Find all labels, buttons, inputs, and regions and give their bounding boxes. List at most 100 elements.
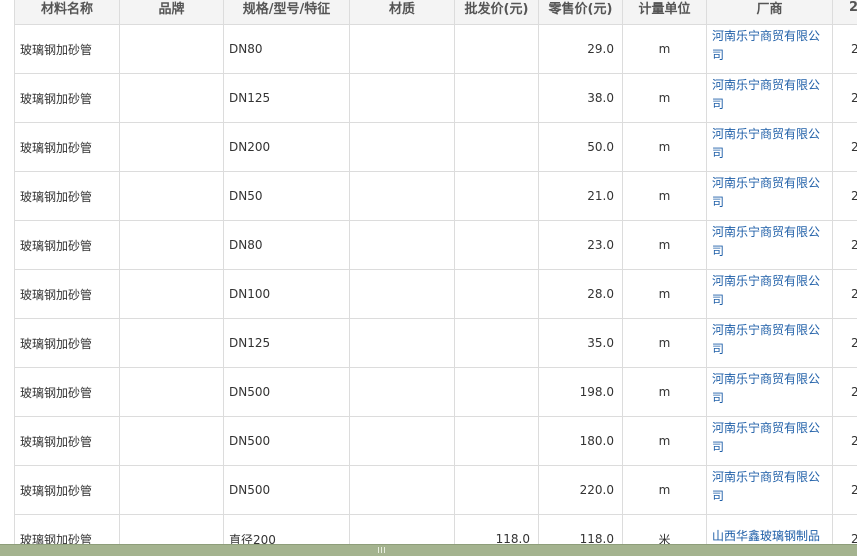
retail-price-cell: 35.0 — [538, 318, 623, 368]
vendor-link[interactable]: 河南乐宁商贸有限公司 — [712, 27, 828, 65]
extra-cell: 2 — [832, 465, 857, 515]
header-material-name[interactable]: 材料名称 — [14, 0, 120, 25]
header-brand[interactable]: 品牌 — [119, 0, 224, 25]
material-cell — [349, 318, 455, 368]
table-row[interactable]: 玻璃钢加砂管 DN200 50.0m河南乐宁商贸有限公司2 — [14, 122, 857, 172]
material-name-cell: 玻璃钢加砂管 — [14, 269, 120, 319]
table-row[interactable]: 玻璃钢加砂管 DN100 28.0m河南乐宁商贸有限公司2 — [14, 269, 857, 319]
header-material[interactable]: 材质 — [349, 0, 455, 25]
vendor-cell: 河南乐宁商贸有限公司 — [706, 367, 833, 417]
extra-cell: 2 — [832, 269, 857, 319]
brand-cell — [119, 367, 224, 417]
table-row[interactable]: 玻璃钢加砂管 DN500 198.0m河南乐宁商贸有限公司2 — [14, 367, 857, 417]
unit-cell: m — [622, 465, 707, 515]
material-name-cell: 玻璃钢加砂管 — [14, 416, 120, 466]
retail-price-cell: 29.0 — [538, 24, 623, 74]
material-cell — [349, 269, 455, 319]
unit-cell: m — [622, 367, 707, 417]
extra-cell: 2 — [832, 24, 857, 74]
retail-price-cell: 50.0 — [538, 122, 623, 172]
brand-cell — [119, 416, 224, 466]
vendor-link[interactable]: 河南乐宁商贸有限公司 — [712, 174, 828, 212]
vendor-link[interactable]: 河南乐宁商贸有限公司 — [712, 76, 828, 114]
brand-cell — [119, 220, 224, 270]
brand-cell — [119, 514, 224, 544]
table-body: 玻璃钢加砂管DN8029.0m河南乐宁商贸有限公司2玻璃钢加砂管DN12538.… — [14, 24, 857, 545]
material-name-cell: 玻璃钢加砂管 — [14, 220, 120, 270]
header-extra[interactable]: 2 — [832, 0, 857, 25]
table-row[interactable]: 玻璃钢加砂管 DN80 23.0m河南乐宁商贸有限公司2 — [14, 220, 857, 270]
unit-cell: m — [622, 171, 707, 221]
extra-cell: 2 — [832, 73, 857, 123]
bottom-splitter-bar[interactable] — [0, 544, 857, 556]
material-cell — [349, 416, 455, 466]
extra-cell: 2 — [832, 122, 857, 172]
wholesale-price-cell — [454, 269, 539, 319]
material-cell — [349, 220, 455, 270]
resize-grip-icon[interactable] — [378, 547, 386, 553]
header-retail-price[interactable]: 零售价(元) — [538, 0, 623, 25]
material-name-cell: 玻璃钢加砂管 — [14, 514, 120, 544]
vendor-link[interactable]: 河南乐宁商贸有限公司 — [712, 321, 828, 359]
table-row[interactable]: 玻璃钢加砂管 DN500 180.0m河南乐宁商贸有限公司2 — [14, 416, 857, 466]
table-row[interactable]: 玻璃钢加砂管 DN80 29.0m河南乐宁商贸有限公司2 — [14, 24, 857, 74]
table-row[interactable]: 玻璃钢加砂管 DN500 220.0m河南乐宁商贸有限公司2 — [14, 465, 857, 515]
header-unit[interactable]: 计量单位 — [622, 0, 707, 25]
spec-cell: DN500 — [223, 416, 350, 466]
header-vendor[interactable]: 厂商 — [706, 0, 833, 25]
header-spec[interactable]: 规格/型号/特征 — [223, 0, 350, 25]
brand-cell — [119, 465, 224, 515]
wholesale-price-cell — [454, 73, 539, 123]
vendor-link[interactable]: 河南乐宁商贸有限公司 — [712, 223, 828, 261]
vendor-link[interactable]: 河南乐宁商贸有限公司 — [712, 370, 828, 408]
price-table: 材料名称 品牌 规格/型号/特征 材质 批发价(元) 零售价(元) 计量单位 厂… — [14, 0, 857, 544]
spec-cell: DN80 — [223, 220, 350, 270]
header-wholesale-price[interactable]: 批发价(元) — [454, 0, 539, 25]
material-cell — [349, 171, 455, 221]
retail-price-cell: 28.0 — [538, 269, 623, 319]
table-row[interactable]: 玻璃钢加砂管 DN50 21.0m河南乐宁商贸有限公司2 — [14, 171, 857, 221]
vendor-cell: 河南乐宁商贸有限公司 — [706, 465, 833, 515]
vendor-link[interactable]: 河南乐宁商贸有限公司 — [712, 419, 828, 457]
brand-cell — [119, 171, 224, 221]
vendor-cell: 河南乐宁商贸有限公司 — [706, 171, 833, 221]
vendor-cell: 河南乐宁商贸有限公司 — [706, 416, 833, 466]
wholesale-price-cell — [454, 465, 539, 515]
retail-price-cell: 118.0 — [538, 514, 623, 544]
material-cell — [349, 465, 455, 515]
retail-price-cell: 38.0 — [538, 73, 623, 123]
material-name-cell: 玻璃钢加砂管 — [14, 122, 120, 172]
extra-cell: 2 — [832, 367, 857, 417]
material-cell — [349, 73, 455, 123]
vendor-cell: 河南乐宁商贸有限公司 — [706, 122, 833, 172]
wholesale-price-cell — [454, 220, 539, 270]
unit-cell: m — [622, 318, 707, 368]
table-row[interactable]: 玻璃钢加砂管直径200118.0118.0米山西华鑫玻璃钢制品2 — [14, 514, 857, 545]
extra-cell: 2 — [832, 514, 857, 544]
spec-cell: DN500 — [223, 367, 350, 417]
vendor-cell: 河南乐宁商贸有限公司 — [706, 318, 833, 368]
spec-cell: DN125 — [223, 318, 350, 368]
vendor-cell: 河南乐宁商贸有限公司 — [706, 24, 833, 74]
material-cell — [349, 24, 455, 74]
unit-cell: m — [622, 122, 707, 172]
table-row[interactable]: 玻璃钢加砂管 DN125 35.0m河南乐宁商贸有限公司2 — [14, 318, 857, 368]
extra-cell: 2 — [832, 220, 857, 270]
brand-cell — [119, 269, 224, 319]
unit-cell: m — [622, 73, 707, 123]
material-cell — [349, 367, 455, 417]
vendor-link[interactable]: 河南乐宁商贸有限公司 — [712, 272, 828, 310]
brand-cell — [119, 24, 224, 74]
spec-cell: DN200 — [223, 122, 350, 172]
retail-price-cell: 23.0 — [538, 220, 623, 270]
vendor-link[interactable]: 河南乐宁商贸有限公司 — [712, 125, 828, 163]
material-name-cell: 玻璃钢加砂管 — [14, 171, 120, 221]
vendor-link[interactable]: 山西华鑫玻璃钢制品 — [712, 527, 828, 545]
spec-cell: DN125 — [223, 73, 350, 123]
table-row[interactable]: 玻璃钢加砂管 DN125 38.0m河南乐宁商贸有限公司2 — [14, 73, 857, 123]
extra-cell: 2 — [832, 171, 857, 221]
material-name-cell: 玻璃钢加砂管 — [14, 318, 120, 368]
vendor-link[interactable]: 河南乐宁商贸有限公司 — [712, 468, 828, 506]
material-cell — [349, 122, 455, 172]
vendor-cell: 山西华鑫玻璃钢制品 — [706, 514, 833, 545]
